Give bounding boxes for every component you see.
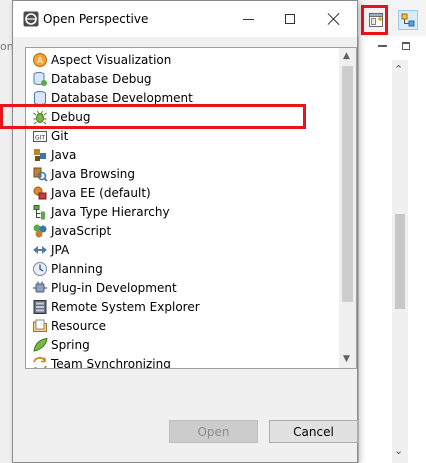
eclipse-icon [23, 11, 39, 27]
list-scrollbar-thumb[interactable] [342, 66, 353, 302]
list-item-label: Resource [51, 318, 107, 333]
plugin-development-icon [33, 281, 47, 292]
list-item-spring[interactable]: Spring [32, 335, 332, 354]
list-item-jpa[interactable]: JPA [32, 240, 332, 259]
scrollbar-thumb[interactable] [395, 214, 405, 309]
list-vertical-scrollbar[interactable]: ▲ ▼ [339, 48, 356, 368]
list-scroll-down-icon[interactable]: ▼ [343, 354, 350, 364]
maximize-icon [285, 14, 295, 24]
java-perspective-icon [401, 13, 415, 27]
list-item-label: Git [51, 128, 69, 143]
database-debug-icon [33, 71, 47, 86]
list-item-label: Java EE (default) [51, 185, 151, 200]
java-ee-icon [33, 186, 47, 199]
list-item-java-browsing[interactable]: Java Browsing [32, 164, 332, 183]
svg-text:A: A [37, 56, 44, 66]
dialog-titlebar[interactable]: Open Perspective [13, 1, 357, 37]
jpa-icon [33, 245, 47, 254]
list-item-label: JPA [51, 242, 70, 257]
javascript-icon [33, 224, 47, 237]
close-icon [328, 13, 340, 25]
resource-icon [33, 319, 47, 332]
remote-system-explorer-icon [33, 299, 47, 314]
list-item-label: Database Debug [51, 71, 152, 86]
list-item-database-debug[interactable]: Database Debug [32, 69, 332, 88]
minimize-icon [242, 18, 254, 20]
close-button[interactable] [312, 4, 356, 34]
background-vertical-scrollbar[interactable]: ⌃ ⌄ [392, 60, 408, 463]
dialog-title: Open Perspective [43, 12, 149, 26]
list-item-label: Plug-in Development [51, 280, 177, 295]
list-item-label: Java Browsing [51, 166, 136, 181]
aspect-visualization-icon: A [33, 52, 47, 67]
list-scroll-up-icon[interactable]: ▲ [343, 51, 350, 61]
team-synchronizing-icon [33, 356, 47, 368]
list-item-aspect-visualization[interactable]: A Aspect Visualization [32, 50, 332, 69]
java-browsing-icon [33, 167, 48, 182]
list-item-label: JavaScript [51, 223, 112, 238]
spring-icon [33, 337, 48, 352]
list-item-label: Spring [51, 337, 90, 352]
maximize-button[interactable] [268, 4, 312, 34]
minimize-view-icon[interactable] [376, 40, 390, 52]
maximize-view-icon[interactable] [400, 40, 414, 52]
list-item-label: Planning [51, 261, 103, 276]
list-item-java[interactable]: Java [32, 145, 332, 164]
list-item-java-type-hierarchy[interactable]: Java Type Hierarchy [32, 202, 332, 221]
java-type-hierarchy-icon [33, 204, 45, 219]
list-item-remote-system-explorer[interactable]: Remote System Explorer [32, 297, 332, 316]
list-item-label: Team Synchronizing [51, 356, 171, 369]
list-item-label: Aspect Visualization [51, 52, 172, 67]
debug-item-highlight [0, 104, 306, 129]
list-item-label: Java Type Hierarchy [51, 204, 170, 219]
git-icon: GIT [33, 130, 47, 142]
svg-text:GIT: GIT [35, 134, 45, 141]
list-item-label: Java [51, 147, 77, 162]
planning-icon [33, 261, 47, 276]
list-item-planning[interactable]: Planning [32, 259, 332, 278]
scroll-up-arrow-icon[interactable]: ⌃ [394, 64, 403, 76]
java-icon [34, 148, 46, 161]
open-button[interactable]: Open [169, 420, 258, 443]
list-item-javascript[interactable]: JavaScript [32, 221, 332, 240]
list-item-label: Remote System Explorer [51, 299, 200, 314]
list-item-resource[interactable]: Resource [32, 316, 332, 335]
list-item-team-synchronizing[interactable]: Team Synchronizing [32, 354, 332, 369]
scroll-down-arrow-icon[interactable]: ⌄ [394, 445, 403, 457]
list-item-java-ee[interactable]: Java EE (default) [32, 183, 332, 202]
cancel-button[interactable]: Cancel [269, 420, 358, 443]
java-perspective-button[interactable] [398, 10, 418, 30]
list-item-plugin-development[interactable]: Plug-in Development [32, 278, 332, 297]
open-perspective-highlight [361, 5, 388, 35]
open-perspective-dialog: Open Perspective A Aspect Visualization … [12, 0, 358, 463]
minimize-button[interactable] [226, 4, 270, 34]
perspective-list[interactable]: A Aspect Visualization Database Debug Da… [25, 47, 357, 369]
